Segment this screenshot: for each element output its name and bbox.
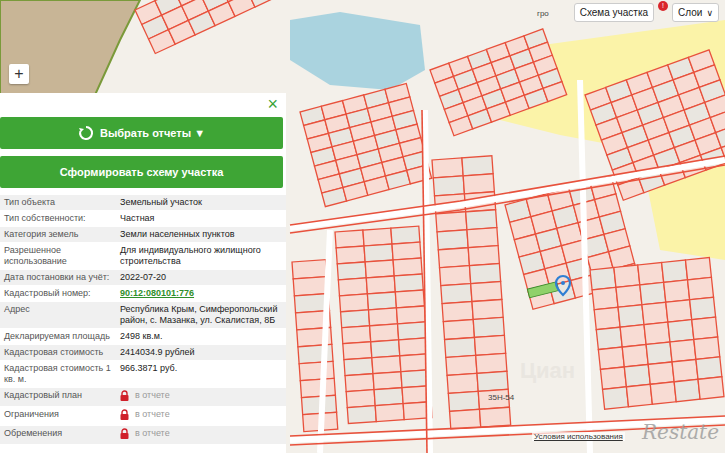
lock-icon [120,428,129,439]
info-row: Адрес Республика Крым, Симферопольский р… [0,302,286,329]
info-row: Тип собственности: Частная [0,211,286,227]
map-label: гро [537,9,549,18]
info-row: Кадастровая стоимость 1 кв. м. 966.3871 … [0,361,286,388]
cadastral-link[interactable]: 90:12:080101:776 [120,288,194,298]
info-row: Декларируемая площадь 2498 кв.м. [0,329,286,345]
alert-badge: ! [658,1,668,11]
map-pin-icon[interactable] [556,276,570,295]
scheme-generate-button[interactable]: Сформировать схему участка [0,156,283,188]
scheme-button[interactable]: Схема участка [574,3,654,22]
info-row: Разрешенное использование Для индивидуал… [0,243,286,270]
info-table: Тип объекта Земельный участокТип собстве… [0,195,286,445]
lake [290,12,425,90]
map-view[interactable]: гро35Н-54 Циан + Схема участка ! Слои ∨ … [0,0,725,453]
layers-button[interactable]: Слои ∨ [672,3,719,22]
close-button[interactable]: × [267,93,278,115]
info-row: Категория земель Земли населенных пункто… [0,227,286,243]
info-row: Обременения в отчете [0,426,286,445]
watermark: Циан [520,358,575,384]
map-label: 35Н-54 [488,393,514,402]
info-row: Дата постановки на учёт: 2022-07-20 [0,270,286,286]
reports-button[interactable]: Выбрать отчеты ▼ [0,117,283,149]
lock-icon [120,409,129,420]
info-row: Ограничения в отчете [0,407,286,426]
info-row: Кадастровый номер: 90:12:080101:776 [0,286,286,302]
selected-parcel[interactable] [527,282,558,298]
zoom-in-button[interactable]: + [9,64,29,84]
refresh-icon [78,125,94,141]
info-row: Тип объекта Земельный участок [0,195,286,211]
info-panel: × Выбрать отчеты ▼ Сформировать схему уч… [0,93,286,453]
info-row: Кадастровый план в отчете [0,388,286,407]
lock-icon [120,390,129,401]
restate-logo: Restate [642,420,719,444]
info-row: Кадастровая стоимость 2414034.9 рублей [0,345,286,361]
attribution[interactable]: Условия использования [532,432,625,441]
